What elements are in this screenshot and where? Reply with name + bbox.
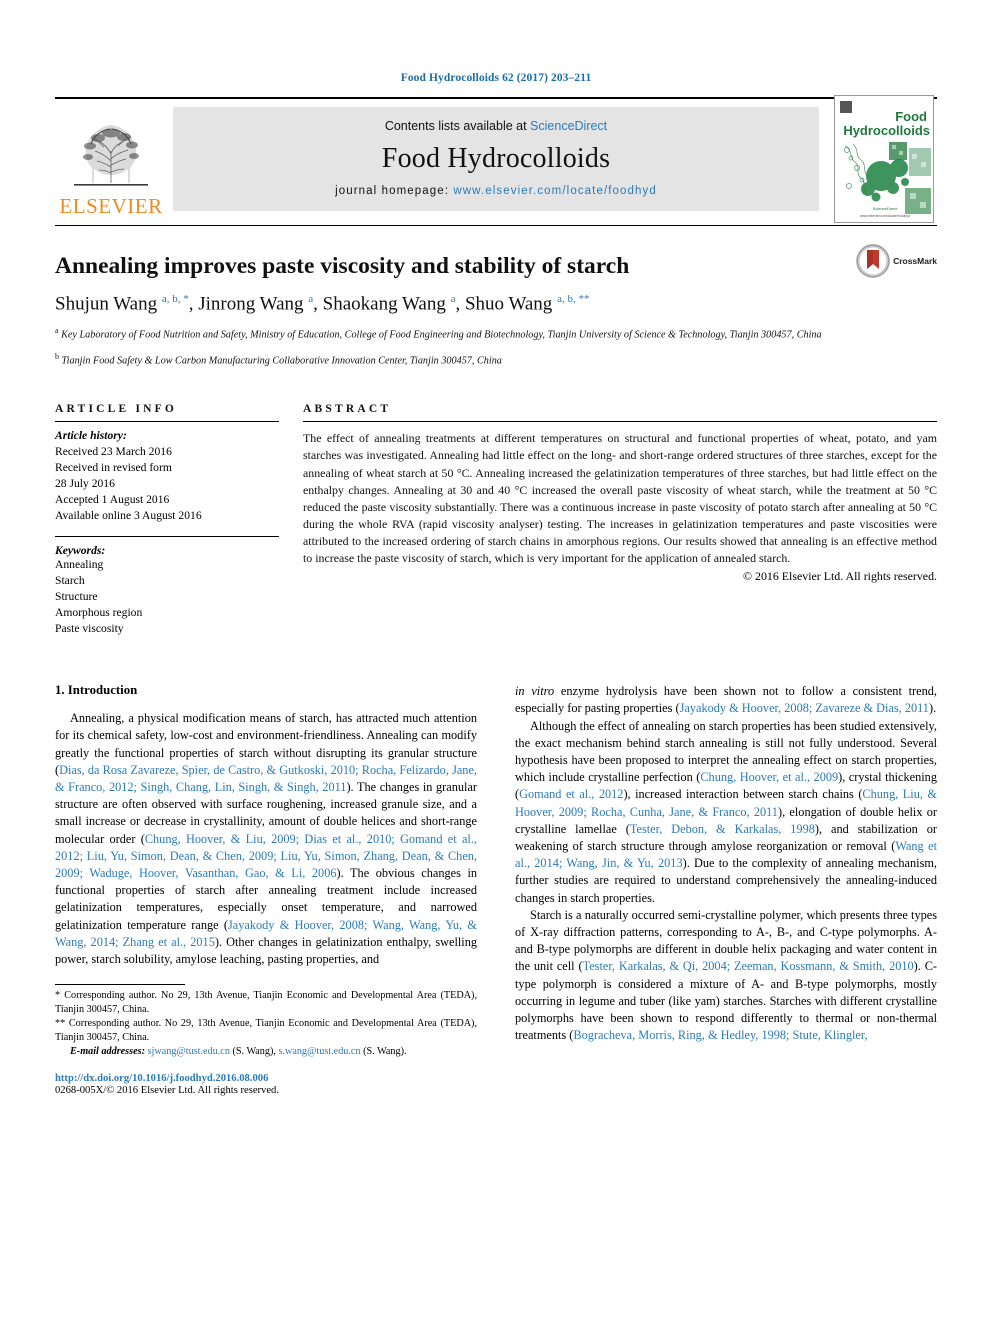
citation-link[interactable]: Tester, Debon, & Karkalas, 1998 xyxy=(630,822,815,836)
intro-p2-text-c: ), increased interaction between starch … xyxy=(623,787,863,802)
intro-paragraph-1: Annealing, a physical modification means… xyxy=(55,710,477,968)
crossmark-badge[interactable]: CrossMark xyxy=(856,244,937,278)
homepage-label: journal homepage: xyxy=(335,185,454,197)
history-item: Received 23 March 2016 xyxy=(55,445,172,459)
abstract-copyright: © 2016 Elsevier Ltd. All rights reserved… xyxy=(743,569,937,584)
elsevier-wordmark: ELSEVIER xyxy=(59,194,163,218)
abstract-rule xyxy=(303,421,937,423)
history-item: Received in revised form xyxy=(55,461,172,475)
page-title: Annealing improves paste viscosity and s… xyxy=(55,253,630,279)
history-item: Accepted 1 August 2016 xyxy=(55,493,170,507)
journal-cover-art: Food Hydrocolloids ScienceDirect www.els… xyxy=(835,96,933,222)
keyword-item: Annealing xyxy=(55,558,104,572)
affiliation-marker-b: b xyxy=(55,352,59,362)
crossmark-label: CrossMark xyxy=(893,256,937,266)
journal-title: Food Hydrocolloids xyxy=(381,143,611,174)
keyword-item: Structure xyxy=(55,590,98,604)
affiliation-marker-a: a xyxy=(55,325,59,335)
svg-text:ScienceDirect: ScienceDirect xyxy=(873,206,899,211)
sciencedirect-banner: Contents lists available at ScienceDirec… xyxy=(173,107,819,211)
citation-link[interactable]: Jayakody & Hoover, 2008; Zavareze & Dias… xyxy=(680,701,929,715)
article-history-label: Article history: xyxy=(55,429,127,443)
email-link-2[interactable]: s.wang@tust.edu.cn xyxy=(278,1046,360,1057)
keyword-item: Starch xyxy=(55,574,85,588)
article-info-column: ARTICLE INFO Article history: Received 2… xyxy=(55,403,303,637)
author-list: Shujun Wang a, b, *, Jinrong Wang a, Sha… xyxy=(55,293,590,315)
elsevier-logo: ELSEVIER xyxy=(55,99,167,219)
citation-link[interactable]: Gomand et al., 2012 xyxy=(519,787,623,801)
abstract-heading: ABSTRACT xyxy=(303,403,392,416)
article-history: Article history: Received 23 March 2016 … xyxy=(55,428,279,524)
journal-cover-thumbnail: Food Hydrocolloids ScienceDirect www.els… xyxy=(831,95,937,223)
info-abstract-section: ARTICLE INFO Article history: Received 2… xyxy=(55,403,937,637)
journal-homepage-line: journal homepage: www.elsevier.com/locat… xyxy=(335,185,657,197)
section-heading-introduction: 1. Introduction xyxy=(55,683,138,698)
right-column: in vitro enzyme hydrolysis have been sho… xyxy=(515,683,937,1095)
intro-paragraph-1-cont: in vitro enzyme hydrolysis have been sho… xyxy=(515,683,937,717)
intro-paragraph-2: Although the effect of annealing on star… xyxy=(515,718,937,907)
contents-prefix: Contents lists available at xyxy=(384,119,531,133)
email-owner-1: (S. Wang), xyxy=(232,1046,276,1058)
affiliation-a-text: Key Laboratory of Food Nutrition and Saf… xyxy=(61,328,822,340)
elsevier-tree-icon xyxy=(74,125,148,186)
citation-link[interactable]: Chung, Hoover, et al., 2009 xyxy=(700,770,838,784)
email-addresses-label: E-mail addresses: xyxy=(70,1046,145,1058)
homepage-url-link[interactable]: www.elsevier.com/locate/foodhyd xyxy=(453,185,657,197)
footnote-emails: E-mail addresses: sjwang@tust.edu.cn (S.… xyxy=(55,1045,477,1059)
doi-link[interactable]: http://dx.doi.org/10.1016/j.foodhyd.2016… xyxy=(55,1073,477,1084)
abstract-text: The effect of annealing treatments at di… xyxy=(303,431,937,566)
email-owner-2: (S. Wang). xyxy=(363,1046,407,1058)
contents-list-line: Contents lists available at ScienceDirec… xyxy=(385,119,607,133)
abstract-column: ABSTRACT The effect of annealing treatme… xyxy=(303,403,937,637)
svg-text:www.elsevier.com/locate/foodhy: www.elsevier.com/locate/foodhyd xyxy=(860,214,910,218)
journal-masthead: ELSEVIER Contents lists available at Sci… xyxy=(55,95,937,223)
footnote-corresponding-1: * Corresponding author. No 29, 13th Aven… xyxy=(55,990,477,1016)
body-columns: 1. Introduction Annealing, a physical mo… xyxy=(55,683,937,1096)
keyword-item: Paste viscosity xyxy=(55,622,124,636)
intro-p1-italic: in vitro xyxy=(515,684,555,699)
article-info-rule xyxy=(55,421,279,423)
paper-page: Food Hydrocolloids 62 (2017) 203–211 ELS… xyxy=(0,0,992,1323)
sciencedirect-link[interactable]: ScienceDirect xyxy=(530,119,607,133)
history-item: Available online 3 August 2016 xyxy=(55,509,202,523)
keyword-item: Amorphous region xyxy=(55,606,143,620)
left-column: 1. Introduction Annealing, a physical mo… xyxy=(55,683,477,1096)
keywords-block: Keywords: Annealing Starch Structure Amo… xyxy=(55,536,279,637)
history-item: 28 July 2016 xyxy=(55,477,115,491)
running-head: Food Hydrocolloids 62 (2017) 203–211 xyxy=(400,72,592,84)
citation-link[interactable]: Bogracheva, Morris, Ring, & Hedley, 1998… xyxy=(573,1028,867,1042)
intro-p1-text-f: ). xyxy=(928,701,937,716)
keywords-label: Keywords: xyxy=(55,544,106,558)
affiliation-a: a Key Laboratory of Food Nutrition and S… xyxy=(55,325,937,343)
article-info-heading: ARTICLE INFO xyxy=(55,403,178,416)
issn-copyright-line: 0268-005X/© 2016 Elsevier Ltd. All right… xyxy=(55,1084,280,1096)
footnote-rule xyxy=(55,984,185,986)
affiliation-b-text: Tianjin Food Safety & Low Carbon Manufac… xyxy=(61,355,502,367)
svg-text:Food: Food xyxy=(895,109,927,124)
email-link-1[interactable]: sjwang@tust.edu.cn xyxy=(148,1046,230,1057)
footnote-corresponding-2: ** Corresponding author. No 29, 13th Ave… xyxy=(55,1018,477,1044)
intro-paragraph-3: Starch is a naturally occurred semi-crys… xyxy=(515,907,937,1045)
title-block: CrossMark Annealing improves paste visco… xyxy=(55,226,937,369)
svg-text:Hydrocolloids: Hydrocolloids xyxy=(843,123,930,138)
citation-link[interactable]: Tester, Karkalas, & Qi, 2004; Zeeman, Ko… xyxy=(583,959,914,973)
crossmark-icon xyxy=(856,244,890,278)
affiliation-b: b Tianjin Food Safety & Low Carbon Manuf… xyxy=(55,351,937,369)
